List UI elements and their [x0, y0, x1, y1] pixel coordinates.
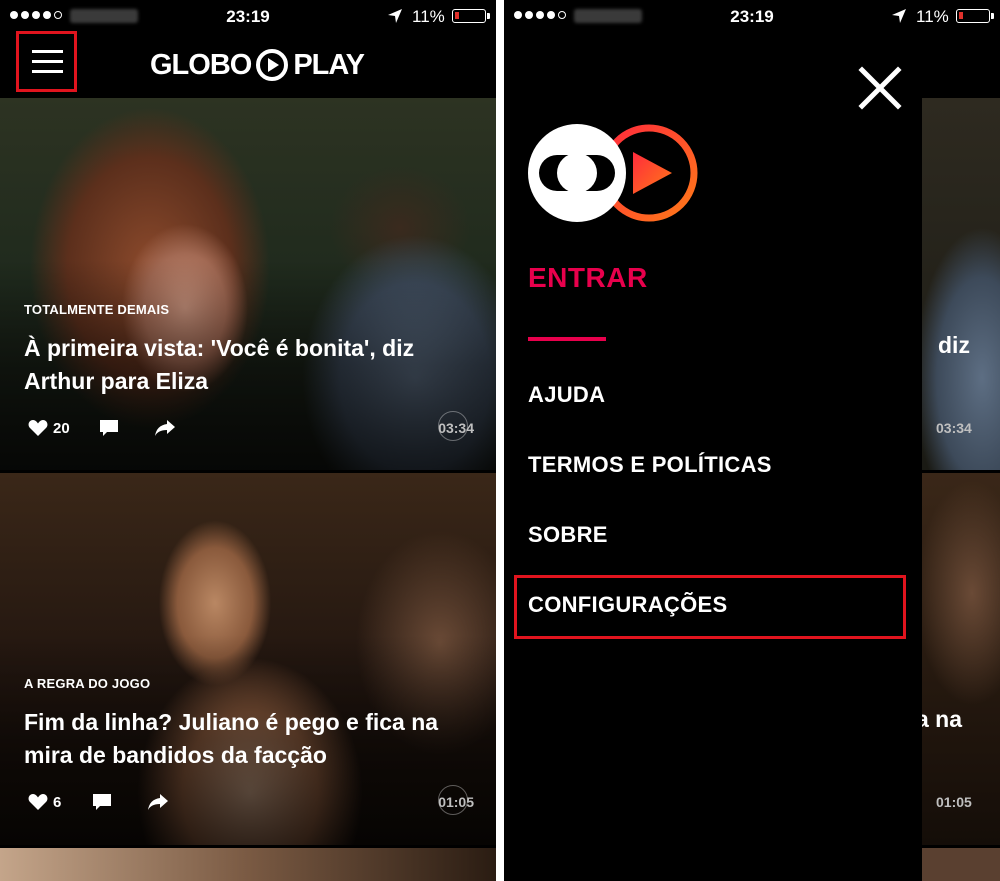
menu-item-termos[interactable]: TERMOS E POLÍTICAS [528, 452, 772, 478]
comment-icon[interactable] [91, 792, 113, 812]
video-duration: 01:05 [438, 794, 474, 810]
login-underline [528, 337, 606, 341]
globoplay-logo: GLOBO PLAY [150, 48, 365, 82]
hamburger-icon-bar [32, 60, 63, 63]
highlight-box [514, 575, 906, 639]
video-card[interactable] [0, 848, 496, 881]
peek-title: diz [938, 332, 970, 358]
status-bar: 23:19 11% [0, 0, 496, 34]
feed-behind-drawer: diz 03:34 [922, 98, 1000, 470]
video-card[interactable]: A REGRA DO JOGO Fim da linha? Juliano é … [0, 473, 496, 845]
video-title-line: mira de bandidos da facção [24, 742, 327, 768]
heart-icon [28, 794, 48, 810]
globoplay-logo [528, 124, 698, 222]
heart-icon [28, 420, 48, 436]
side-menu-drawer: ENTRAR AJUDA TERMOS E POLÍTICAS SOBRE CO… [504, 34, 922, 881]
peek-duration: 03:34 [936, 420, 972, 436]
app-header: GLOBO PLAY [0, 31, 496, 98]
phone-right-screen: 23:19 11% diz 03:34 a na 01:05 ENTRAR AJ… [504, 0, 1000, 881]
phone-left-screen: 23:19 11% GLOBO PLAY TOTALMENTE DEMAIS À… [0, 0, 496, 881]
like-button[interactable]: 20 [28, 419, 70, 437]
video-duration: 03:34 [438, 420, 474, 436]
peek-title: a na [922, 706, 963, 732]
logo-text-globo: GLOBO [150, 48, 252, 81]
like-button[interactable]: 6 [28, 793, 61, 811]
battery-percent: 11% [916, 7, 949, 26]
video-title-line: À primeira vista: 'Você é bonita', diz [24, 335, 415, 361]
comment-icon[interactable] [98, 418, 120, 438]
video-thumbnail [0, 848, 496, 881]
peek-duration: 01:05 [936, 794, 972, 810]
logo-text-play: PLAY [293, 48, 365, 81]
battery-percent: 11% [412, 7, 445, 26]
video-title[interactable]: À primeira vista: 'Você é bonita', diz A… [24, 332, 474, 398]
like-count: 20 [53, 419, 70, 437]
close-icon[interactable] [856, 64, 904, 112]
status-bar: 23:19 11% [504, 0, 1000, 34]
like-count: 6 [53, 793, 62, 811]
share-icon[interactable] [147, 793, 169, 811]
login-link[interactable]: ENTRAR [528, 262, 648, 294]
video-title-line: Arthur para Eliza [24, 368, 209, 394]
battery-icon [956, 9, 994, 23]
battery-icon [452, 9, 490, 23]
card-actions: 20 [28, 416, 176, 440]
hamburger-icon-bar [32, 70, 63, 73]
feed-behind-drawer: a na 01:05 [922, 473, 1000, 845]
share-icon[interactable] [154, 419, 176, 437]
play-circle-icon [256, 49, 289, 81]
card-actions: 6 [28, 790, 169, 814]
video-title[interactable]: Fim da linha? Juliano é pego e fica na m… [24, 706, 474, 772]
program-name: A REGRA DO JOGO [24, 676, 151, 691]
feed-behind-drawer [922, 848, 1000, 881]
video-card[interactable]: TOTALMENTE DEMAIS À primeira vista: 'Voc… [0, 98, 496, 470]
menu-item-ajuda[interactable]: AJUDA [528, 382, 605, 408]
menu-item-sobre[interactable]: SOBRE [528, 522, 608, 548]
location-icon [388, 9, 402, 23]
location-icon [892, 9, 906, 23]
program-name: TOTALMENTE DEMAIS [24, 302, 170, 317]
video-title-line: Fim da linha? Juliano é pego e fica na [24, 709, 439, 735]
hamburger-icon [32, 50, 63, 53]
hamburger-menu-button[interactable] [16, 31, 77, 92]
